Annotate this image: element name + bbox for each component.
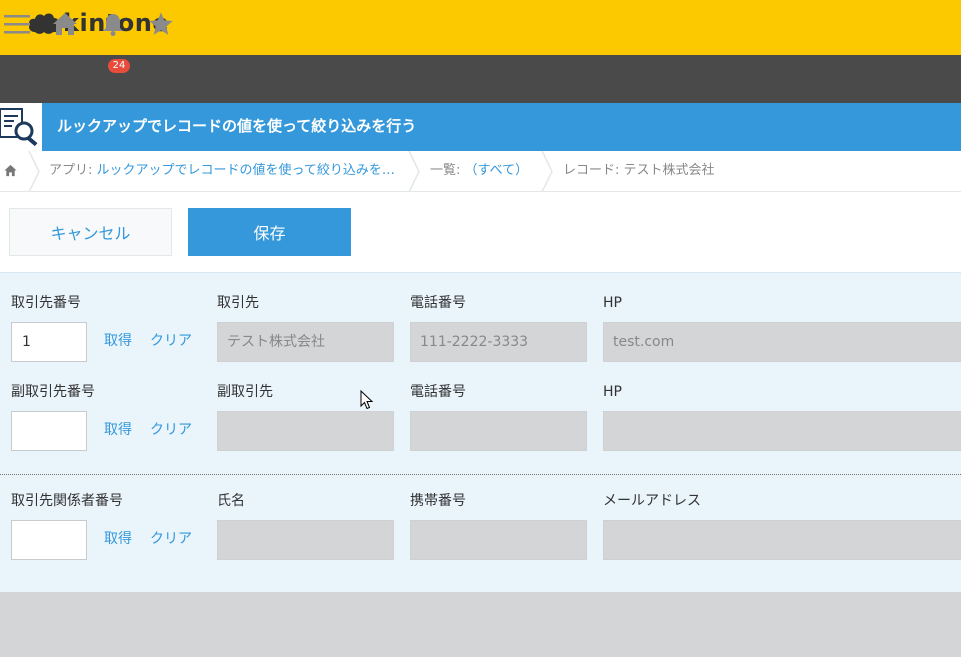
- clear-link[interactable]: クリア: [150, 332, 192, 350]
- breadcrumb-list[interactable]: 一覧: （すべて）: [430, 162, 528, 180]
- breadcrumb-home-icon[interactable]: [4, 164, 17, 177]
- clear-link[interactable]: クリア: [150, 421, 192, 439]
- field-label-customer: 取引先: [217, 295, 259, 311]
- star-icon[interactable]: [148, 11, 174, 37]
- field-label-phone: 電話番号: [410, 295, 466, 311]
- field-label-sub-customer-number: 副取引先番号: [11, 384, 95, 400]
- field-label-mobile: 携帯番号: [410, 493, 466, 509]
- sub-phone-field: [410, 411, 587, 451]
- contact-number-input[interactable]: [11, 520, 87, 560]
- notification-badge: 24: [108, 59, 130, 73]
- home-icon[interactable]: [52, 11, 78, 37]
- mobile-field: [410, 520, 587, 560]
- sub-customer-field: [217, 411, 394, 451]
- search-document-icon: [0, 108, 38, 147]
- field-label-name: 氏名: [217, 493, 245, 509]
- section-divider: [0, 474, 961, 475]
- field-label-contact-number: 取引先関係者番号: [11, 493, 123, 509]
- fetch-link[interactable]: 取得: [104, 530, 132, 548]
- save-button[interactable]: 保存: [188, 208, 351, 256]
- breadcrumb-app[interactable]: アプリ: ルックアップでレコードの値を使って絞り込みを…: [49, 162, 395, 180]
- breadcrumb-app-link[interactable]: ルックアップでレコードの値を使って絞り込みを…: [97, 163, 395, 178]
- name-field: [217, 520, 394, 560]
- fetch-link[interactable]: 取得: [104, 332, 132, 350]
- sub-customer-number-input[interactable]: [11, 411, 87, 451]
- field-label-hp: HP: [603, 295, 622, 311]
- field-label-customer-number: 取引先番号: [11, 295, 81, 311]
- breadcrumb-separator: [408, 151, 420, 192]
- global-nav: [0, 55, 961, 103]
- field-label-sub-hp: HP: [603, 384, 622, 400]
- customer-number-input[interactable]: [11, 322, 87, 362]
- breadcrumb-record: レコード: テスト株式会社: [563, 163, 715, 178]
- app-title: ルックアップでレコードの値を使って絞り込みを行う: [57, 117, 417, 135]
- field-label-email: メールアドレス: [603, 493, 701, 509]
- clear-link[interactable]: クリア: [150, 530, 192, 548]
- field-label-sub-phone: 電話番号: [410, 384, 466, 400]
- customer-field: テスト株式会社: [217, 322, 394, 362]
- fetch-link[interactable]: 取得: [104, 421, 132, 439]
- phone-field: 111-2222-3333: [410, 322, 587, 362]
- breadcrumb-separator: [28, 151, 40, 192]
- cancel-button[interactable]: キャンセル: [9, 208, 172, 256]
- email-field: [603, 520, 961, 560]
- app-icon: [0, 103, 42, 151]
- hp-field: test.com: [603, 322, 961, 362]
- sub-hp-field: [603, 411, 961, 451]
- field-label-sub-customer: 副取引先: [217, 384, 273, 400]
- mouse-cursor-icon: [360, 390, 374, 410]
- breadcrumb-list-link[interactable]: （すべて）: [465, 163, 529, 178]
- hamburger-menu-icon[interactable]: [4, 11, 30, 37]
- bell-icon[interactable]: [100, 11, 126, 37]
- breadcrumb-separator: [541, 151, 553, 192]
